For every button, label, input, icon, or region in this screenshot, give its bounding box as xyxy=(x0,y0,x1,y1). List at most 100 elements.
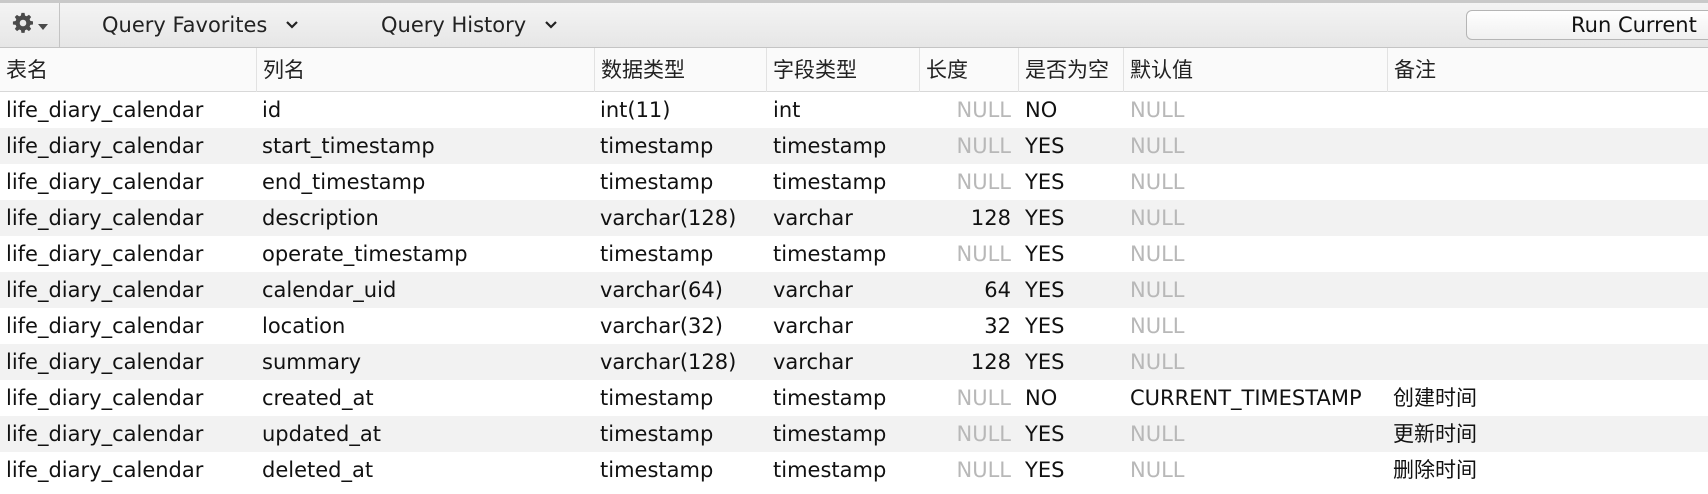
cell-table-name[interactable]: life_diary_calendar xyxy=(6,272,203,308)
cell-default[interactable]: NULL xyxy=(1130,200,1184,236)
cell-field-type[interactable]: varchar xyxy=(773,308,853,344)
cell-column-name[interactable]: operate_timestamp xyxy=(262,236,468,272)
cell-field-type[interactable]: timestamp xyxy=(773,380,886,416)
cell-nullable[interactable]: YES xyxy=(1025,452,1064,488)
cell-length[interactable]: 128 xyxy=(919,200,1011,236)
cell-nullable[interactable]: YES xyxy=(1025,416,1064,452)
cell-nullable[interactable]: YES xyxy=(1025,164,1064,200)
table-row[interactable]: life_diary_calendar start_timestamp timest… xyxy=(0,128,1708,164)
cell-table-name[interactable]: life_diary_calendar xyxy=(6,236,203,272)
cell-nullable[interactable]: NO xyxy=(1025,92,1057,128)
column-header-data-type[interactable]: 数据类型 xyxy=(594,48,766,92)
cell-default[interactable]: NULL xyxy=(1130,344,1184,380)
cell-nullable[interactable]: YES xyxy=(1025,308,1064,344)
column-header-comment[interactable]: 备注 xyxy=(1387,48,1708,92)
table-row[interactable]: life_diary_calendar location varchar(32) va… xyxy=(0,308,1708,344)
cell-data-type[interactable]: timestamp xyxy=(600,128,713,164)
cell-column-name[interactable]: summary xyxy=(262,344,361,380)
cell-column-name[interactable]: created_at xyxy=(262,380,374,416)
cell-length[interactable]: NULL xyxy=(919,236,1011,272)
table-row[interactable]: life_diary_calendar operate_timestamp time… xyxy=(0,236,1708,272)
cell-length[interactable]: NULL xyxy=(919,416,1011,452)
cell-data-type[interactable]: varchar(32) xyxy=(600,308,723,344)
cell-field-type[interactable]: timestamp xyxy=(773,164,886,200)
cell-default[interactable]: NULL xyxy=(1130,164,1184,200)
cell-field-type[interactable]: varchar xyxy=(773,272,853,308)
table-row[interactable]: life_diary_calendar id int(11) int NULL NO NUL… xyxy=(0,92,1708,128)
cell-data-type[interactable]: int(11) xyxy=(600,92,671,128)
column-header-length[interactable]: 长度 xyxy=(919,48,1018,92)
cell-nullable[interactable]: YES xyxy=(1025,236,1064,272)
cell-nullable[interactable]: YES xyxy=(1025,200,1064,236)
table-row[interactable]: life_diary_calendar deleted_at timestamp ti… xyxy=(0,452,1708,488)
cell-field-type[interactable]: varchar xyxy=(773,200,853,236)
cell-data-type[interactable]: timestamp xyxy=(600,416,713,452)
column-header-column-name[interactable]: 列名 xyxy=(256,48,594,92)
gear-menu-button[interactable] xyxy=(0,3,60,47)
cell-table-name[interactable]: life_diary_calendar xyxy=(6,380,203,416)
cell-data-type[interactable]: varchar(128) xyxy=(600,200,736,236)
cell-length[interactable]: NULL xyxy=(919,164,1011,200)
cell-field-type[interactable]: varchar xyxy=(773,344,853,380)
cell-default[interactable]: NULL xyxy=(1130,272,1184,308)
cell-length[interactable]: NULL xyxy=(919,128,1011,164)
cell-data-type[interactable]: timestamp xyxy=(600,380,713,416)
cell-default[interactable]: NULL xyxy=(1130,452,1184,488)
cell-table-name[interactable]: life_diary_calendar xyxy=(6,308,203,344)
cell-column-name[interactable]: deleted_at xyxy=(262,452,373,488)
cell-length[interactable]: NULL xyxy=(919,380,1011,416)
cell-comment[interactable]: 删除时间 xyxy=(1393,452,1477,488)
run-current-button[interactable]: Run Current xyxy=(1466,10,1708,40)
column-header-table-name[interactable]: 表名 xyxy=(0,48,256,92)
cell-data-type[interactable]: timestamp xyxy=(600,452,713,488)
cell-length[interactable]: 64 xyxy=(919,272,1011,308)
cell-column-name[interactable]: start_timestamp xyxy=(262,128,435,164)
cell-column-name[interactable]: location xyxy=(262,308,345,344)
cell-column-name[interactable]: calendar_uid xyxy=(262,272,396,308)
cell-nullable[interactable]: YES xyxy=(1025,344,1064,380)
cell-nullable[interactable]: YES xyxy=(1025,128,1064,164)
column-header-field-type[interactable]: 字段类型 xyxy=(766,48,919,92)
cell-column-name[interactable]: updated_at xyxy=(262,416,381,452)
cell-length[interactable]: 32 xyxy=(919,308,1011,344)
table-row[interactable]: life_diary_calendar updated_at timestamp ti… xyxy=(0,416,1708,452)
cell-data-type[interactable]: timestamp xyxy=(600,236,713,272)
cell-table-name[interactable]: life_diary_calendar xyxy=(6,344,203,380)
cell-data-type[interactable]: varchar(128) xyxy=(600,344,736,380)
cell-default[interactable]: NULL xyxy=(1130,236,1184,272)
table-row[interactable]: life_diary_calendar summary varchar(128) va… xyxy=(0,344,1708,380)
cell-table-name[interactable]: life_diary_calendar xyxy=(6,200,203,236)
cell-length[interactable]: 128 xyxy=(919,344,1011,380)
cell-default[interactable]: NULL xyxy=(1130,92,1184,128)
cell-nullable[interactable]: YES xyxy=(1025,272,1064,308)
query-history-menu[interactable]: Query History xyxy=(381,3,558,47)
table-row[interactable]: life_diary_calendar end_timestamp timestam… xyxy=(0,164,1708,200)
cell-field-type[interactable]: timestamp xyxy=(773,236,886,272)
query-favorites-menu[interactable]: Query Favorites xyxy=(102,3,299,47)
cell-data-type[interactable]: varchar(64) xyxy=(600,272,723,308)
cell-table-name[interactable]: life_diary_calendar xyxy=(6,128,203,164)
cell-table-name[interactable]: life_diary_calendar xyxy=(6,164,203,200)
cell-default[interactable]: NULL xyxy=(1130,308,1184,344)
cell-column-name[interactable]: description xyxy=(262,200,379,236)
column-header-default[interactable]: 默认值 xyxy=(1123,48,1387,92)
cell-table-name[interactable]: life_diary_calendar xyxy=(6,452,203,488)
cell-field-type[interactable]: int xyxy=(773,92,800,128)
cell-table-name[interactable]: life_diary_calendar xyxy=(6,92,203,128)
cell-comment[interactable]: 创建时间 xyxy=(1393,380,1477,416)
cell-length[interactable]: NULL xyxy=(919,92,1011,128)
cell-column-name[interactable]: id xyxy=(262,92,281,128)
column-header-nullable[interactable]: 是否为空 xyxy=(1018,48,1123,92)
cell-table-name[interactable]: life_diary_calendar xyxy=(6,416,203,452)
cell-comment[interactable]: 更新时间 xyxy=(1393,416,1477,452)
cell-default[interactable]: CURRENT_TIMESTAMP xyxy=(1130,380,1362,416)
cell-default[interactable]: NULL xyxy=(1130,416,1184,452)
cell-field-type[interactable]: timestamp xyxy=(773,128,886,164)
table-row[interactable]: life_diary_calendar created_at timestamp ti… xyxy=(0,380,1708,416)
cell-default[interactable]: NULL xyxy=(1130,128,1184,164)
table-row[interactable]: life_diary_calendar calendar_uid varchar(6… xyxy=(0,272,1708,308)
cell-field-type[interactable]: timestamp xyxy=(773,452,886,488)
cell-length[interactable]: NULL xyxy=(919,452,1011,488)
cell-data-type[interactable]: timestamp xyxy=(600,164,713,200)
cell-field-type[interactable]: timestamp xyxy=(773,416,886,452)
